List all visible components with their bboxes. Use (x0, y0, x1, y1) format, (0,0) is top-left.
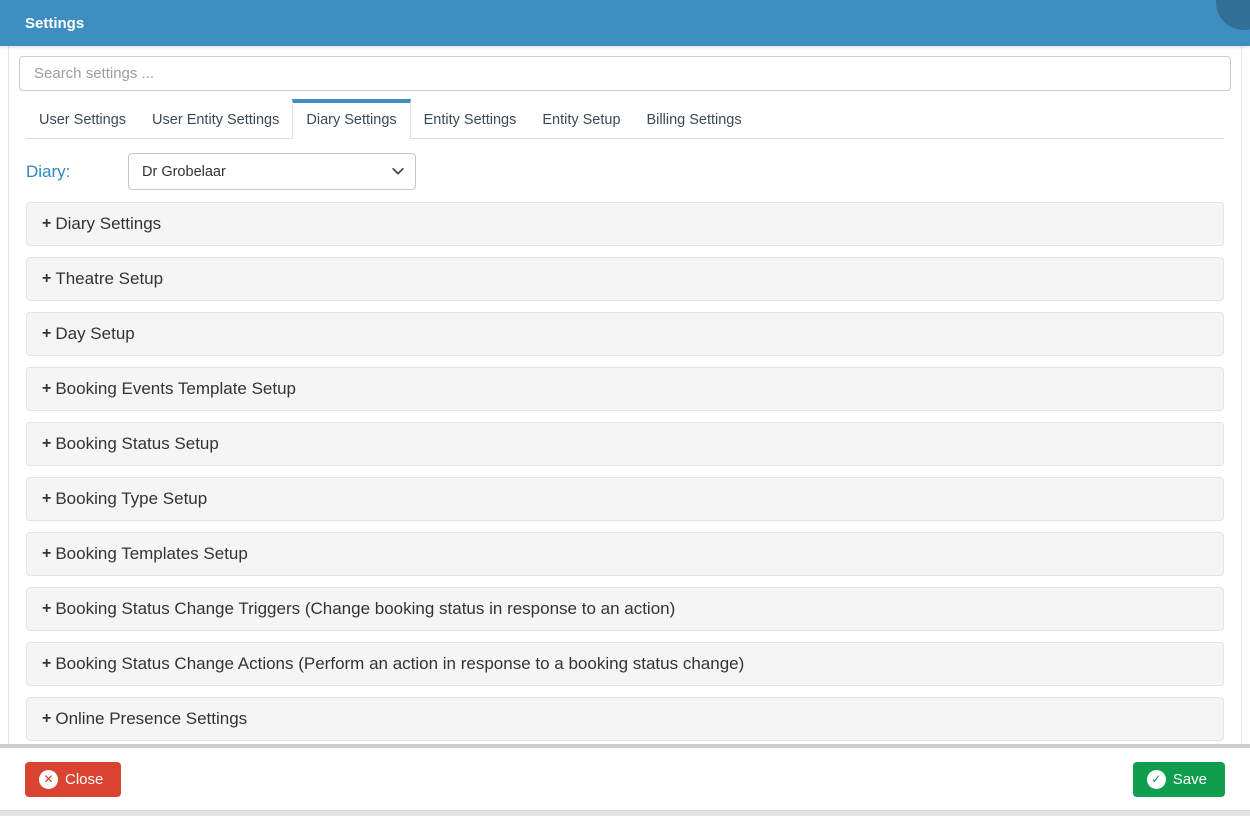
tab-entity-setup[interactable]: Entity Setup (529, 100, 633, 138)
accordion-section[interactable]: +Online Presence Settings (26, 697, 1224, 741)
footer-bar: ✕ Close ✓ Save (0, 744, 1250, 810)
expand-plus-icon: + (42, 710, 51, 728)
accordion-section[interactable]: +Theatre Setup (26, 257, 1224, 301)
accordion-section[interactable]: +Booking Status Change Triggers (Change … (26, 587, 1224, 631)
save-button[interactable]: ✓ Save (1133, 762, 1225, 797)
tab-entity-settings[interactable]: Entity Settings (411, 100, 530, 138)
diary-label: Diary: (26, 162, 128, 182)
diary-select-wrap: Dr Grobelaar (128, 153, 416, 190)
accordion-section-title: Booking Status Setup (55, 434, 219, 454)
close-button-label: Close (65, 771, 103, 788)
expand-plus-icon: + (42, 215, 51, 233)
settings-accordion: +Diary Settings+Theatre Setup+Day Setup+… (26, 202, 1224, 741)
accordion-section-title: Booking Status Change Triggers (Change b… (55, 599, 675, 619)
accordion-section-title: Day Setup (55, 324, 134, 344)
expand-plus-icon: + (42, 435, 51, 453)
check-circle-icon: ✓ (1147, 770, 1166, 789)
accordion-section-title: Theatre Setup (55, 269, 163, 289)
accordion-section-title: Booking Status Change Actions (Perform a… (55, 654, 744, 674)
accordion-section-title: Online Presence Settings (55, 709, 247, 729)
tab-diary-settings[interactable]: Diary Settings (292, 99, 410, 139)
settings-panel: User SettingsUser Entity SettingsDiary S… (8, 46, 1242, 744)
diary-selector-row: Diary: Dr Grobelaar (26, 153, 1224, 190)
diary-select[interactable]: Dr Grobelaar (128, 153, 416, 190)
accordion-section[interactable]: +Booking Status Change Actions (Perform … (26, 642, 1224, 686)
x-circle-icon: ✕ (39, 770, 58, 789)
save-button-label: Save (1173, 771, 1207, 788)
tab-user-settings[interactable]: User Settings (26, 100, 139, 138)
accordion-section-title: Booking Type Setup (55, 489, 207, 509)
expand-plus-icon: + (42, 655, 51, 673)
tab-billing-settings[interactable]: Billing Settings (634, 100, 755, 138)
expand-plus-icon: + (42, 600, 51, 618)
page-title: Settings (25, 15, 84, 32)
settings-tabs: User SettingsUser Entity SettingsDiary S… (26, 99, 1224, 139)
expand-plus-icon: + (42, 270, 51, 288)
accordion-section-title: Booking Events Template Setup (55, 379, 296, 399)
close-button[interactable]: ✕ Close (25, 762, 121, 797)
accordion-section[interactable]: +Day Setup (26, 312, 1224, 356)
search-input[interactable] (19, 56, 1231, 91)
expand-plus-icon: + (42, 545, 51, 563)
accordion-section-title: Diary Settings (55, 214, 161, 234)
accordion-section[interactable]: +Booking Templates Setup (26, 532, 1224, 576)
accordion-section[interactable]: +Booking Type Setup (26, 477, 1224, 521)
accordion-section[interactable]: +Diary Settings (26, 202, 1224, 246)
accordion-section-title: Booking Templates Setup (55, 544, 247, 564)
expand-plus-icon: + (42, 325, 51, 343)
corner-bubble-decoration (1216, 0, 1250, 30)
expand-plus-icon: + (42, 490, 51, 508)
tab-user-entity-settings[interactable]: User Entity Settings (139, 100, 292, 138)
accordion-section[interactable]: +Booking Events Template Setup (26, 367, 1224, 411)
expand-plus-icon: + (42, 380, 51, 398)
accordion-section[interactable]: +Booking Status Setup (26, 422, 1224, 466)
app-header: Settings (0, 0, 1250, 46)
bottom-divider (0, 810, 1250, 816)
